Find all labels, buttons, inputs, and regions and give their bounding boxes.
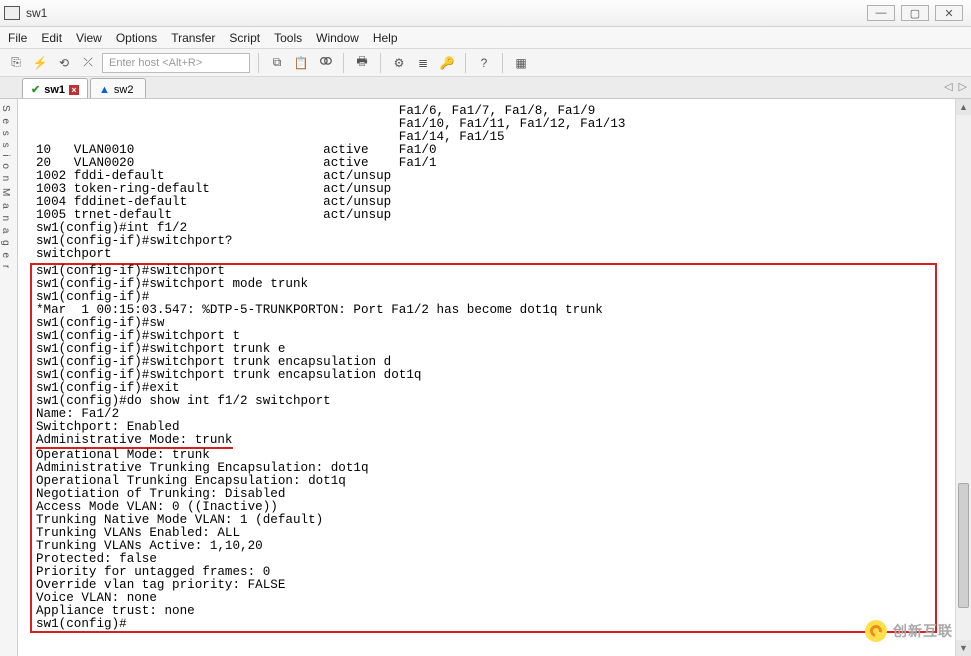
toolbar-connect-icon[interactable]: ⎘ — [6, 53, 26, 73]
toolbar-separator — [258, 53, 259, 73]
menu-options[interactable]: Options — [116, 31, 157, 45]
toolbar-print-icon[interactable]: 🖶 — [352, 53, 372, 73]
tab-label: sw2 — [114, 84, 134, 96]
tab-nav: ◁ ▷ — [944, 80, 967, 93]
tab-close-icon[interactable]: × — [69, 85, 79, 95]
titlebar: sw1 — ▢ ✕ — [0, 0, 971, 27]
close-button[interactable]: ✕ — [935, 5, 963, 21]
toolbar-reconnect-icon[interactable]: ⟲ — [54, 53, 74, 73]
window-buttons: — ▢ ✕ — [867, 5, 963, 21]
terminal-output-box1: sw1(config-if)#switchport sw1(config-if)… — [36, 264, 603, 434]
tab-nav-left[interactable]: ◁ — [944, 80, 952, 93]
toolbar-disconnect-icon[interactable]: ⤫ — [78, 53, 98, 73]
terminal-output-box2: Operational Mode: trunk Administrative T… — [36, 448, 369, 631]
terminal-wrap: Fa1/6, Fa1/7, Fa1/8, Fa1/9 Fa1/10, Fa1/1… — [18, 99, 971, 656]
scroll-track[interactable] — [956, 115, 971, 640]
tab-label: sw1 — [44, 84, 65, 96]
scroll-down-button[interactable]: ▼ — [956, 640, 971, 656]
toolbar-help-icon[interactable]: ? — [474, 53, 494, 73]
menu-tools[interactable]: Tools — [274, 31, 302, 45]
session-manager-sidebar[interactable]: S e s s i o n M a n a g e r — [0, 99, 18, 656]
terminal-output-top: Fa1/6, Fa1/7, Fa1/8, Fa1/9 Fa1/10, Fa1/1… — [36, 104, 625, 261]
menu-help[interactable]: Help — [373, 31, 398, 45]
toolbar-separator — [380, 53, 381, 73]
toolbar-properties-icon[interactable]: ≣ — [413, 53, 433, 73]
toolbar-separator — [343, 53, 344, 73]
scrollbar: ▲ ▼ — [955, 99, 971, 656]
menu-window[interactable]: Window — [316, 31, 359, 45]
toolbar-separator — [502, 53, 503, 73]
terminal[interactable]: Fa1/6, Fa1/7, Fa1/8, Fa1/9 Fa1/10, Fa1/1… — [18, 99, 955, 656]
highlight-underline: Administrative Mode: trunk — [36, 434, 233, 449]
app-icon — [4, 6, 20, 20]
maximize-button[interactable]: ▢ — [901, 5, 929, 21]
tab-sw2[interactable]: ▲ sw2 — [90, 78, 146, 98]
menu-edit[interactable]: Edit — [41, 31, 62, 45]
toolbar: ⎘ ⚡ ⟲ ⤫ Enter host <Alt+R> ⧉ 📋 🖶 ⚙ ≣ 🔑 ?… — [0, 49, 971, 77]
status-warn-icon: ▲ — [99, 84, 110, 96]
toolbar-separator — [465, 53, 466, 73]
scroll-up-button[interactable]: ▲ — [956, 99, 971, 115]
status-ok-icon: ✔ — [31, 83, 40, 96]
toolbar-tile-icon[interactable]: ▦ — [511, 53, 531, 73]
tab-sw1[interactable]: ✔ sw1 × — [22, 78, 88, 98]
session-tabstrip: ✔ sw1 × ▲ sw2 ◁ ▷ — [0, 77, 971, 99]
host-input[interactable]: Enter host <Alt+R> — [102, 53, 250, 73]
toolbar-quick-connect-icon[interactable]: ⚡ — [30, 53, 50, 73]
highlight-box: sw1(config-if)#switchport sw1(config-if)… — [30, 263, 937, 633]
menu-view[interactable]: View — [76, 31, 102, 45]
menu-script[interactable]: Script — [229, 31, 260, 45]
toolbar-key-icon[interactable]: 🔑 — [437, 53, 457, 73]
menu-transfer[interactable]: Transfer — [171, 31, 215, 45]
menubar: File Edit View Options Transfer Script T… — [0, 27, 971, 49]
menu-file[interactable]: File — [8, 31, 27, 45]
window-title: sw1 — [26, 6, 867, 20]
toolbar-find-icon[interactable] — [315, 53, 335, 73]
scroll-thumb[interactable] — [958, 483, 969, 608]
minimize-button[interactable]: — — [867, 5, 895, 21]
tab-nav-right[interactable]: ▷ — [959, 80, 967, 93]
toolbar-paste-icon[interactable]: 📋 — [291, 53, 311, 73]
toolbar-copy-icon[interactable]: ⧉ — [267, 53, 287, 73]
main-area: S e s s i o n M a n a g e r Fa1/6, Fa1/7… — [0, 99, 971, 656]
toolbar-settings-icon[interactable]: ⚙ — [389, 53, 409, 73]
